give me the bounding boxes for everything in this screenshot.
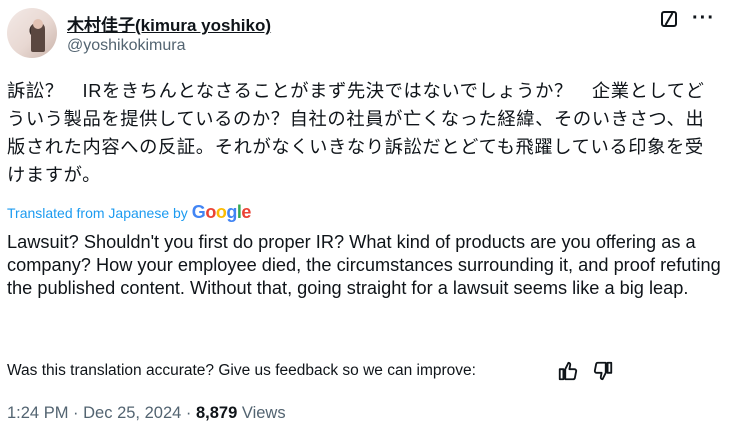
avatar[interactable] [7, 8, 57, 58]
meta-separator: · [73, 404, 79, 422]
thumbs-up-icon[interactable] [557, 360, 579, 382]
views-label: Views [241, 404, 286, 422]
thumbs-down-icon[interactable] [592, 360, 614, 382]
avatar-face [33, 19, 43, 29]
google-logo: Google [191, 202, 252, 222]
translation-feedback-prompt: Was this translation accurate? Give us f… [7, 362, 476, 379]
translation-attribution: Translated from Japanese by Google [7, 202, 251, 223]
author-display-name[interactable]: 木村佳子(kimura yoshiko) [67, 11, 271, 36]
post-text-translated: Lawsuit? Shouldn't you first do proper I… [7, 232, 721, 298]
views-count[interactable]: 8,879 [196, 404, 237, 422]
post-time[interactable]: 1:24 PM [7, 404, 68, 422]
translated-label[interactable]: Translated from Japanese by [7, 205, 188, 221]
post-meta: 1:24 PM · Dec 25, 2024 · 8,879 Views [7, 404, 286, 423]
post-date[interactable]: Dec 25, 2024 [83, 404, 181, 422]
post-text-original: 訴訟？ IRをきちんとなさることがまず先決ではないでしょうか？ 企業としてどうい… [7, 80, 705, 185]
grok-edit-icon[interactable] [661, 11, 677, 27]
meta-separator: · [185, 404, 192, 422]
more-horizontal-icon[interactable]: ··· [692, 8, 715, 28]
author-handle[interactable]: @yoshikokimura [67, 37, 186, 55]
